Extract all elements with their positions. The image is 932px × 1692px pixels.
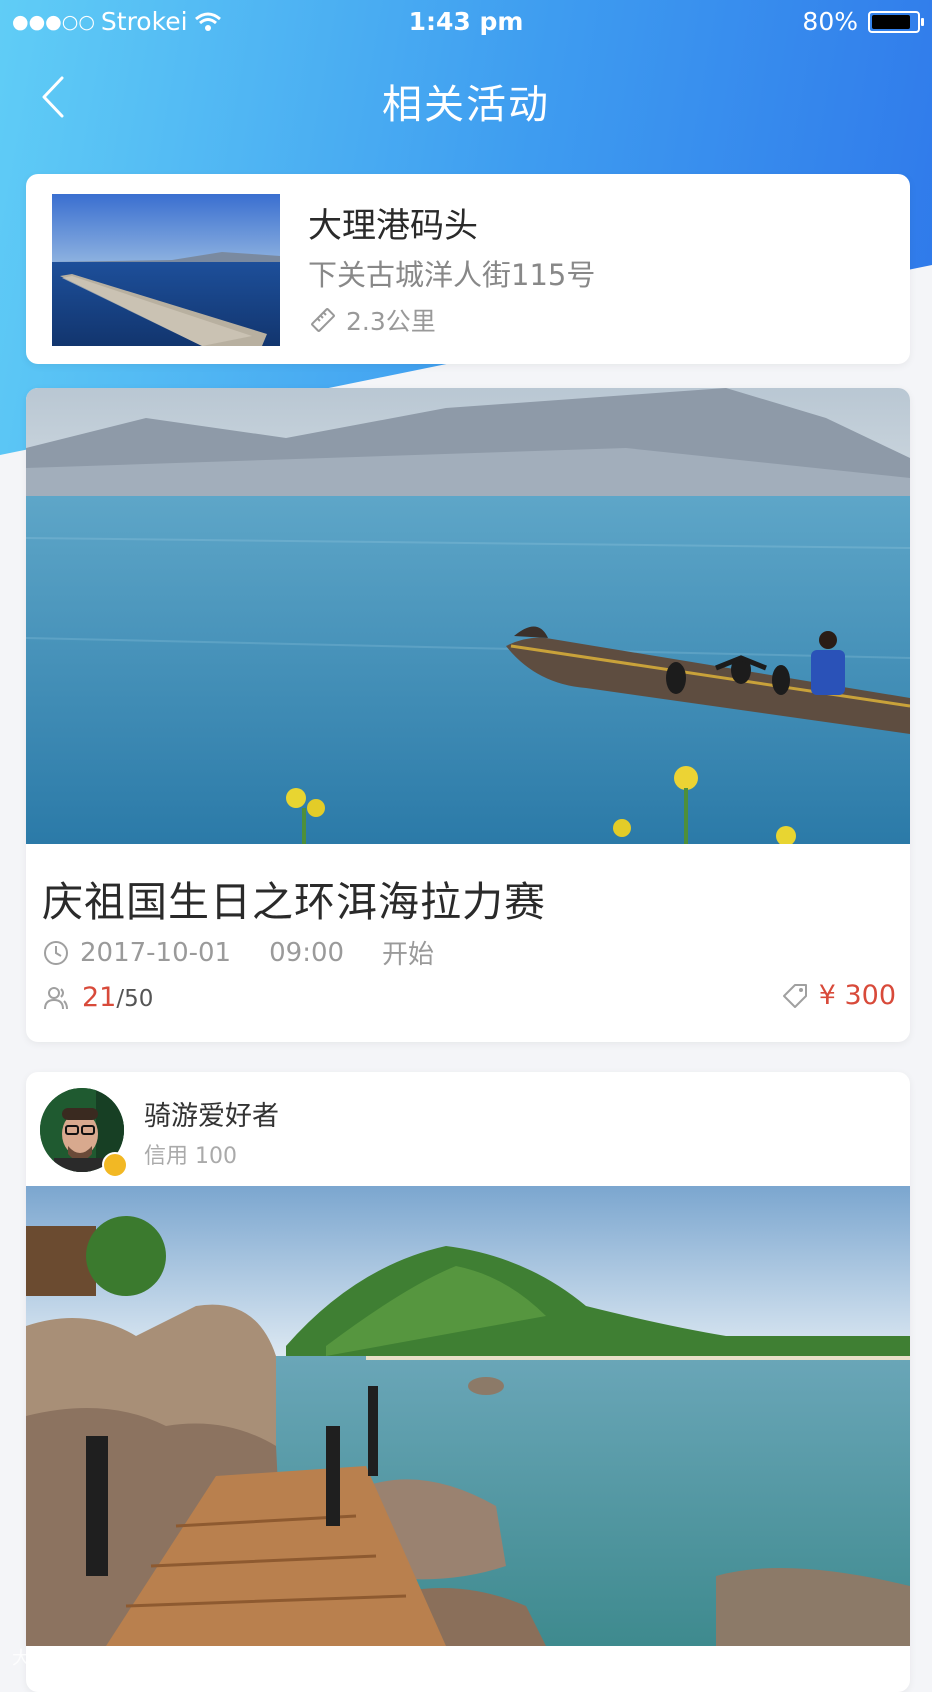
activity-time: 2017-10-01 09:00 开始 [42,934,434,971]
clock-icon [44,940,68,965]
user-name[interactable]: 骑游爱好者 [144,1094,279,1133]
user-post-card[interactable]: 骑游爱好者 信用 100 [26,1072,910,1692]
location-thumbnail [52,194,280,346]
tag-icon [782,983,807,1008]
participants-capacity: /50 [116,986,154,1012]
battery-percent: 80% [802,7,858,36]
participants: 21/50 [42,982,153,1013]
navigation-bar: 相关活动 [0,52,932,142]
activity-start-time: 09:00 [269,937,345,968]
user-credit: 信用 100 [144,1144,237,1169]
status-bar: ●●●○○ Strokei 1:43 pm 80% [0,0,932,44]
location-address: 下关古城洋人街115号 [308,258,596,292]
activity-title: 庆祖国生日之环洱海拉力赛 [42,878,546,926]
price-value: ¥ 300 [818,980,896,1011]
watermark: 大数跨境 [12,1648,84,1669]
activity-photo [26,388,910,844]
participants-count: 21 [82,982,117,1013]
activity-start-label: 开始 [382,940,435,970]
activity-date: 2017-10-01 [80,937,232,968]
status-time: 1:43 pm [408,7,524,36]
activity-price: ¥ 300 [781,980,896,1011]
level-badge-icon [102,1152,128,1178]
person-icon [44,986,68,1009]
ruler-icon [311,308,335,332]
distance-value: 2.3公里 [346,307,436,336]
activity-card[interactable]: 庆祖国生日之环洱海拉力赛 2017-10-01 09:00 开始 21/50 ¥… [26,388,910,1042]
battery-icon [868,10,924,33]
location-distance: 2.3公里 [308,302,436,338]
post-photo[interactable] [26,1186,910,1646]
location-card[interactable]: 大理港码头 下关古城洋人街115号 2.3公里 [26,174,910,364]
page-title: 相关活动 [382,82,550,128]
location-name: 大理港码头 [308,206,478,246]
